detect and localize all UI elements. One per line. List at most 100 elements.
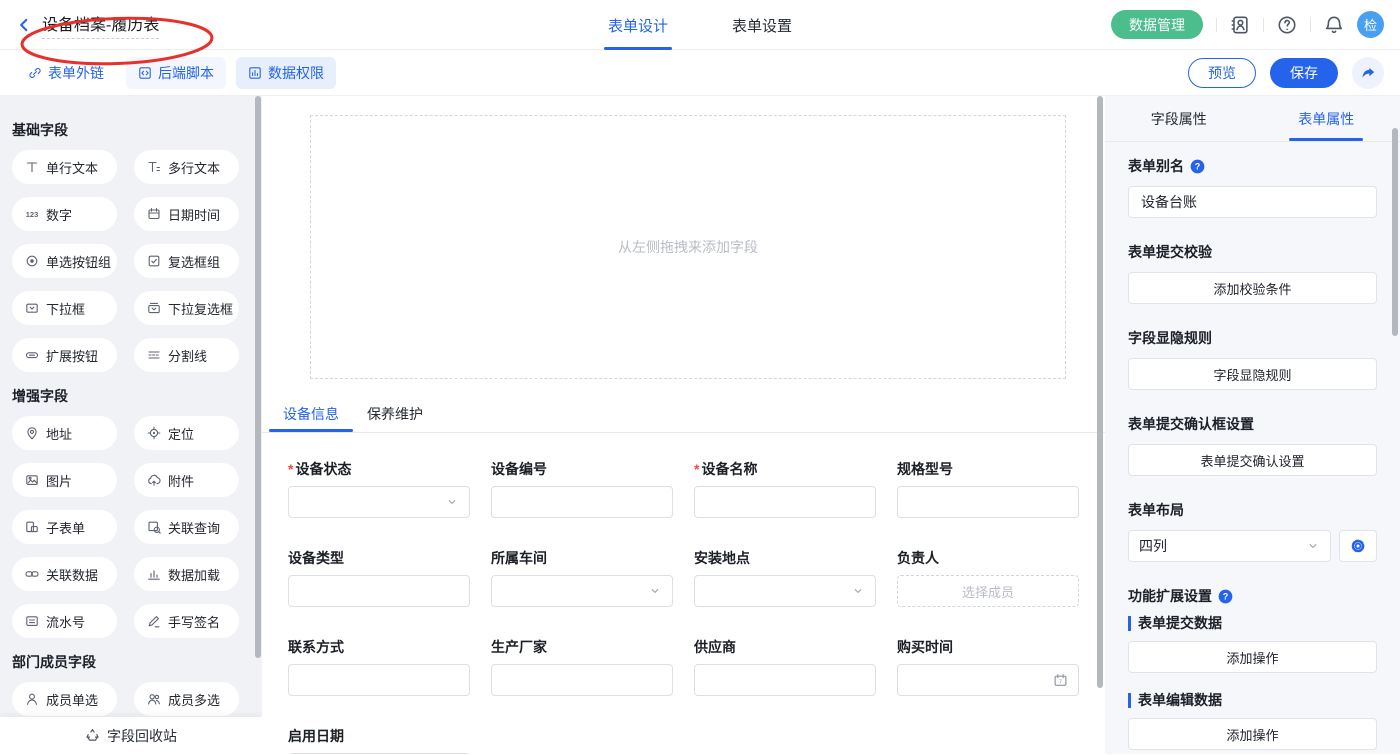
field-pill[interactable]: 扩展按钮 [12, 338, 117, 372]
field-pill[interactable]: 定位 [134, 416, 239, 450]
field-pill[interactable]: 成员多选 [134, 682, 239, 716]
panel-section-control: 四列 [1128, 530, 1377, 562]
divider [1216, 18, 1217, 32]
field-text-input[interactable] [288, 575, 470, 607]
field-pill[interactable]: 关联查询 [134, 510, 239, 544]
radio-icon [25, 254, 39, 268]
field-pill-label: 地址 [46, 424, 72, 443]
header-tabs: 表单设计 表单设置 [604, 0, 796, 50]
header-tab-1[interactable]: 表单设计 [604, 0, 672, 50]
panel-tab-1[interactable]: 字段属性 [1105, 96, 1253, 141]
field-text-input[interactable] [491, 486, 673, 518]
share-icon [1360, 65, 1376, 81]
field-pill[interactable]: 流水号 [12, 604, 117, 638]
field-pill[interactable]: 单选按钮组 [12, 244, 117, 278]
back-icon[interactable] [16, 17, 32, 33]
field-pill[interactable]: 手写签名 [134, 604, 239, 638]
field-pill[interactable]: 关联数据 [12, 557, 117, 591]
form-field: 启用日期 [288, 726, 470, 754]
panel-action-button[interactable]: 表单提交确认设置 [1128, 444, 1377, 476]
canvas-scrollbar[interactable] [1097, 96, 1103, 688]
field-select[interactable] [288, 486, 470, 518]
header-tab-2[interactable]: 表单设置 [728, 0, 796, 50]
sidebar-scrollbar[interactable] [255, 96, 261, 658]
panel-section-heading: 表单提交校验 [1128, 244, 1377, 260]
toolbar-link[interactable]: 数据权限 [236, 57, 336, 89]
field-group-title: 部门成员字段 [12, 652, 262, 672]
field-select[interactable] [491, 575, 673, 607]
field-pill-label: 数字 [46, 205, 72, 224]
field-text-input[interactable] [288, 753, 470, 754]
preview-button[interactable]: 预览 [1188, 58, 1256, 88]
field-pill[interactable]: 日期时间 [134, 197, 239, 231]
checkbox-icon [147, 254, 161, 268]
field-date-input[interactable]: 7 [897, 664, 1079, 696]
form-field: 规格型号 [897, 459, 1079, 518]
panel-action-button[interactable]: 添加操作 [1128, 718, 1377, 750]
panel-action-button[interactable]: 添加操作 [1128, 641, 1377, 673]
script-icon [138, 66, 152, 80]
help-icon[interactable] [1277, 15, 1297, 35]
divider [1310, 18, 1311, 32]
panel-scrollbar[interactable] [1392, 128, 1398, 336]
share-button[interactable] [1352, 57, 1384, 89]
field-pill[interactable]: 成员单选 [12, 682, 117, 716]
form-field: 安装地点 [694, 548, 876, 607]
field-pill[interactable]: 分割线 [134, 338, 239, 372]
field-text-input[interactable] [694, 486, 876, 518]
field-pill-label: 扩展按钮 [46, 346, 98, 365]
form-title[interactable]: 设备档案-履历表 [42, 11, 159, 39]
save-button[interactable]: 保存 [1270, 58, 1338, 88]
contacts-icon[interactable] [1230, 15, 1250, 35]
image-icon [25, 473, 39, 487]
form-alias-input[interactable] [1128, 186, 1377, 218]
field-pill[interactable]: 数据加载 [134, 557, 239, 591]
canvas-tab-2[interactable]: 保养维护 [353, 404, 437, 432]
field-text-input[interactable] [897, 486, 1079, 518]
recycle-icon [85, 728, 100, 743]
toolbar-link[interactable]: 表单外链 [16, 57, 116, 89]
field-text-input[interactable] [491, 664, 673, 696]
form-layout-row: 四列 [1128, 530, 1377, 562]
field-recycle-bin[interactable]: 字段回收站 [0, 717, 262, 754]
avatar[interactable]: 检 [1357, 11, 1384, 38]
divider [1263, 18, 1264, 32]
panel-section-title: 表单提交校验 [1128, 242, 1212, 262]
field-pill[interactable]: 地址 [12, 416, 117, 450]
field-select[interactable] [694, 575, 876, 607]
question-filled-icon[interactable]: ? [1190, 159, 1205, 174]
canvas-tab-1[interactable]: 设备信息 [269, 404, 353, 432]
calendar-7-icon: 7 [1053, 673, 1068, 688]
data-manage-button[interactable]: 数据管理 [1111, 10, 1203, 39]
query-icon [147, 520, 161, 534]
panel-section-title: 表单布局 [1128, 500, 1184, 520]
question-filled-icon[interactable]: ? [1218, 589, 1233, 604]
bell-icon[interactable] [1324, 15, 1344, 35]
field-pill-label: 附件 [168, 471, 194, 490]
panel-tab-2[interactable]: 表单属性 [1253, 96, 1400, 141]
field-pill[interactable]: 下拉框 [12, 291, 117, 325]
field-pill[interactable]: 图片 [12, 463, 117, 497]
field-pill[interactable]: 下拉复选框 [134, 291, 239, 325]
layout-settings-button[interactable] [1339, 530, 1377, 562]
field-dropzone[interactable]: 从左侧拖拽来添加字段 [310, 115, 1066, 379]
field-text-input[interactable] [694, 664, 876, 696]
member-picker[interactable]: 选择成员 [897, 575, 1079, 607]
field-pill[interactable]: 123数字 [12, 197, 117, 231]
field-pill[interactable]: 多行文本 [134, 150, 239, 184]
field-pill[interactable]: 单行文本 [12, 150, 117, 184]
back-icon[interactable] [16, 17, 32, 33]
panel-action-button[interactable]: 添加校验条件 [1128, 272, 1377, 304]
field-text-input[interactable] [288, 664, 470, 696]
field-pill[interactable]: 复选框组 [134, 244, 239, 278]
toolbar-link[interactable]: 后端脚本 [126, 57, 226, 89]
serial-icon [25, 614, 39, 628]
field-pill[interactable]: 子表单 [12, 510, 117, 544]
field-pill-label: 分割线 [168, 346, 207, 365]
form-layout-select[interactable]: 四列 [1128, 530, 1331, 562]
recycle-bin-label: 字段回收站 [107, 726, 177, 746]
attachment-icon [147, 473, 161, 487]
form-field: 设备状态 [288, 459, 470, 518]
panel-action-button[interactable]: 字段显隐规则 [1128, 358, 1377, 390]
field-pill[interactable]: 附件 [134, 463, 239, 497]
